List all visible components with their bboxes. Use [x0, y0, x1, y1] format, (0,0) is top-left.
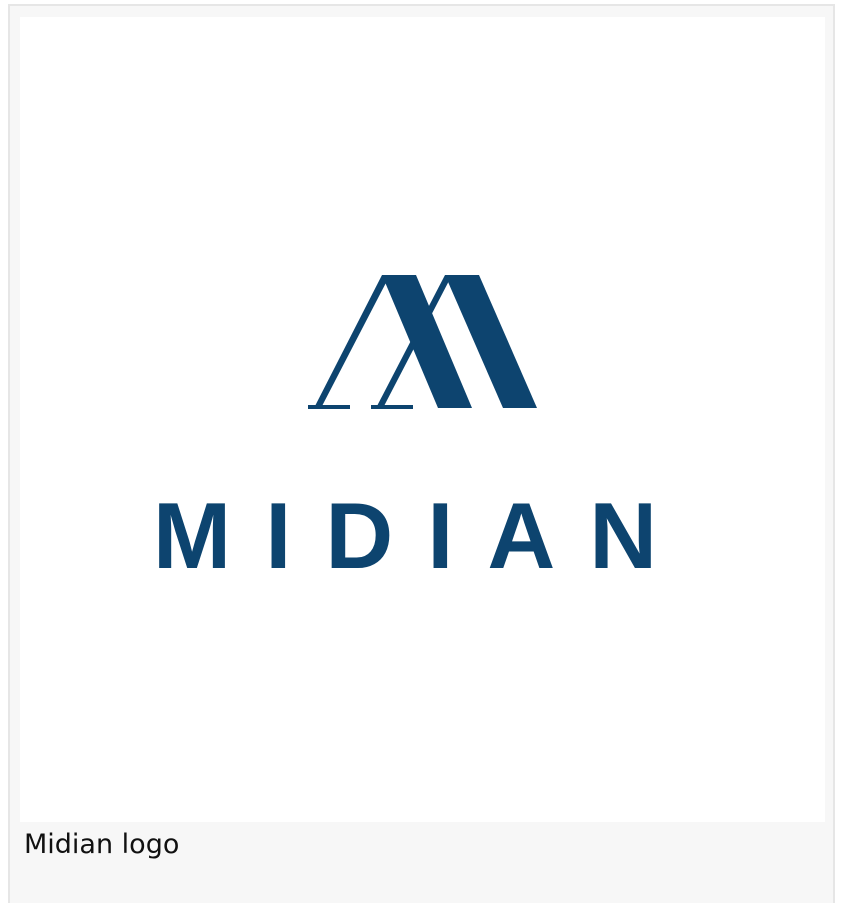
midian-logo: MIDIAN — [153, 275, 691, 588]
midian-m-monogram-icon — [308, 275, 537, 409]
logo-image: MIDIAN — [20, 17, 825, 822]
image-caption: Midian logo — [24, 829, 180, 860]
image-figure: MIDIAN Midian logo — [8, 4, 835, 903]
brand-wordmark: MIDIAN — [153, 483, 691, 588]
